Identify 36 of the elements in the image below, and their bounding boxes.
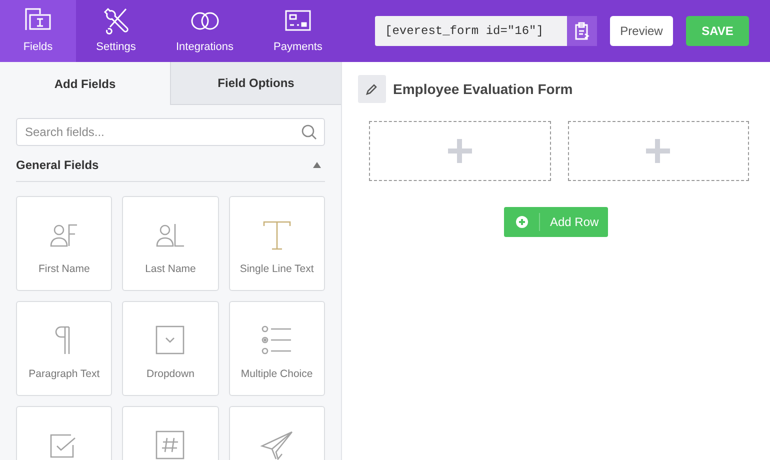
field-tile[interactable]: Single Line Text (228, 196, 325, 291)
plus-icon (646, 139, 670, 163)
form-title: Employee Evaluation Form (393, 80, 573, 99)
field-tile[interactable]: First Name (16, 196, 112, 291)
panel-tab[interactable]: Field Options (170, 62, 341, 105)
tools-icon (101, 6, 131, 36)
field-tile[interactable]: Last Name (122, 196, 219, 291)
field-tile[interactable]: Dropdown (122, 301, 219, 396)
search-field[interactable]: Search fields... (16, 118, 325, 146)
collapse-toggle[interactable] (313, 162, 321, 168)
preview-button[interactable]: Preview (610, 16, 673, 46)
field-tile[interactable]: Multiple Choice (228, 301, 325, 396)
drop-column[interactable] (568, 121, 749, 181)
person-l-icon (155, 222, 186, 248)
plus-circle-icon (516, 216, 528, 228)
shortcode-field[interactable]: [everest_form id="16"] (375, 16, 567, 46)
pencil-icon (366, 83, 378, 95)
edit-title-button[interactable] (358, 75, 386, 103)
paper-plane-icon (260, 430, 294, 460)
nav-tab[interactable]: Payments (253, 0, 342, 62)
nav-tab[interactable]: Integrations (156, 0, 254, 62)
clipboard-icon (574, 22, 590, 40)
letter-t-icon (262, 220, 292, 250)
drop-column[interactable] (369, 121, 550, 181)
copy-button[interactable] (567, 16, 597, 46)
search-icon (301, 124, 317, 140)
plus-icon (448, 139, 472, 163)
radio-list-icon (260, 325, 293, 355)
dropdown-icon (155, 325, 186, 355)
section-title: General Fields (16, 156, 99, 174)
triangle-icon (313, 162, 321, 168)
nav-tab[interactable]: Settings (76, 0, 156, 62)
nav-tab[interactable]: Fields (0, 0, 76, 62)
field-tile[interactable]: Paragraph Text (16, 301, 112, 396)
hash-icon (155, 430, 186, 460)
person-f-icon (49, 222, 80, 248)
